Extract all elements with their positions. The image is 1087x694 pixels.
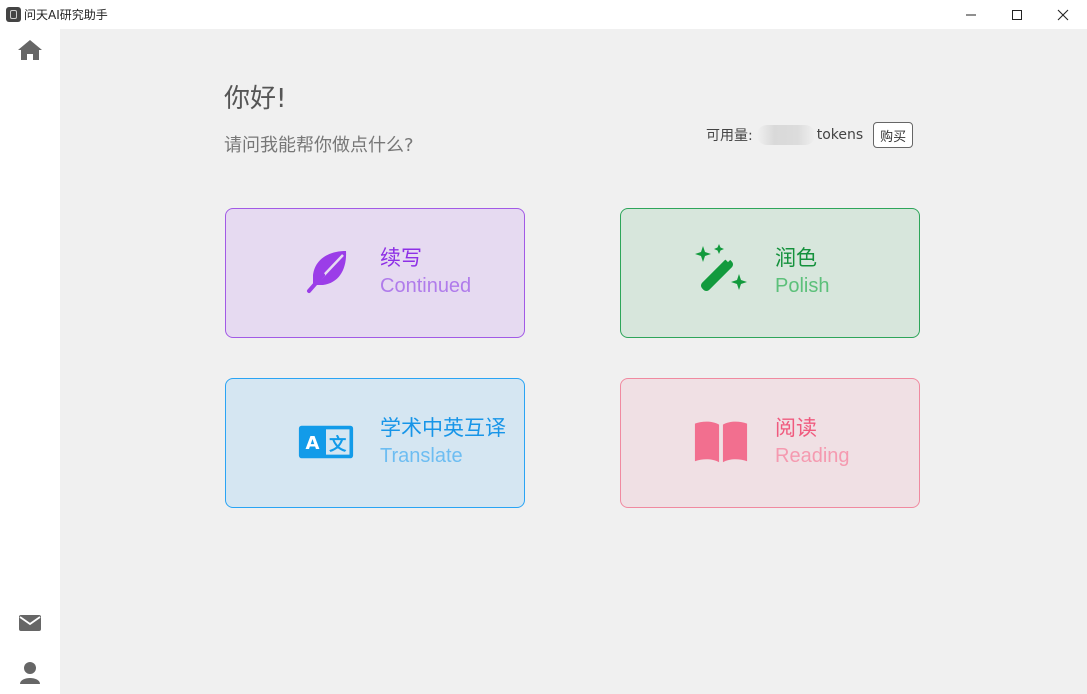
maximize-button[interactable] <box>994 0 1040 29</box>
user-button[interactable] <box>14 658 46 688</box>
user-icon <box>20 662 40 684</box>
token-usage: 可用量: tokens 购买 <box>706 122 914 148</box>
polish-title: 润色 <box>775 246 817 270</box>
main-area: 你好! 请问我能帮你做点什么? 可用量: tokens 购买 续写 Contin… <box>60 29 1087 694</box>
usage-unit: tokens <box>816 127 864 143</box>
usage-label: 可用量: <box>706 128 753 144</box>
reading-subtitle: Reading <box>775 445 850 467</box>
reading-card[interactable]: 阅读 Reading <box>620 378 920 508</box>
magic-wand-icon <box>693 244 749 300</box>
feather-icon <box>298 244 354 300</box>
subtitle: 请问我能帮你做点什么? <box>224 135 414 156</box>
greeting: 你好! <box>224 84 287 114</box>
translate-icon: A 文 <box>298 414 354 470</box>
svg-text:A: A <box>305 433 319 454</box>
home-button[interactable] <box>14 35 46 65</box>
close-button[interactable] <box>1040 0 1086 29</box>
continue-card[interactable]: 续写 Continued <box>225 208 525 338</box>
minimize-button[interactable] <box>948 0 994 29</box>
continue-subtitle: Continued <box>380 275 472 297</box>
close-icon <box>1057 9 1069 20</box>
reading-title: 阅读 <box>775 416 817 440</box>
minimize-icon <box>966 14 976 15</box>
polish-card[interactable]: 润色 Polish <box>620 208 920 338</box>
maximize-icon <box>1012 9 1022 20</box>
app-icon <box>6 7 21 22</box>
title-bar: 问天AI研究助手 <box>0 0 1087 29</box>
svg-text:文: 文 <box>329 434 347 455</box>
buy-button[interactable]: 购买 <box>873 122 914 148</box>
translate-card[interactable]: A 文 学术中英互译 Translate <box>225 378 525 508</box>
mail-button[interactable] <box>14 608 46 638</box>
continue-title: 续写 <box>380 246 422 270</box>
translate-subtitle: Translate <box>380 445 463 467</box>
home-icon <box>18 40 42 60</box>
translate-title: 学术中英互译 <box>380 416 506 440</box>
book-icon <box>693 414 749 470</box>
sidebar <box>0 29 60 694</box>
usage-value-redacted <box>756 125 815 145</box>
mail-icon <box>19 615 41 631</box>
window-title: 问天AI研究助手 <box>24 8 108 22</box>
polish-subtitle: Polish <box>775 275 830 297</box>
